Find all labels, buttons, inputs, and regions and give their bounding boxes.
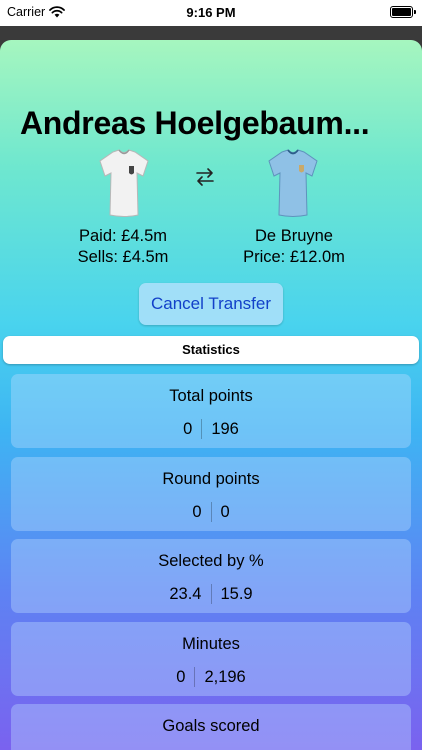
stat-value-in: 196 [211,419,239,438]
player-in-name: De Bruyne [255,227,333,245]
stat-value-in: 0 [220,502,230,521]
battery-icon [390,6,416,18]
transfer-sheet: Andreas Hoelgebaum... Paid: £4.5m Sells:… [0,40,422,750]
stat-value-in: 2,196 [204,667,246,686]
stat-value-out: 0 [192,502,202,521]
player-in-price: Price: £12.0m [243,248,345,266]
stat-value-out: 23.4 [169,584,202,603]
arrow-swap-icon [196,168,214,186]
stat-card-round-points: Round points 0 0 [11,457,411,531]
player-in-info: De Bruyne Price: £12.0m [219,226,369,268]
stat-values: 0 196 [11,419,411,439]
stat-title: Goals scored [162,717,260,735]
status-bar: Carrier 9:16 PM [0,0,422,26]
segment-statistics[interactable]: Statistics [3,336,419,364]
player-out-name: Andreas Hoelgebaum... [20,105,370,141]
stat-title: Total points [169,387,253,405]
cancel-transfer-button[interactable]: Cancel Transfer [139,283,283,325]
stat-value-in: 15.9 [220,584,253,603]
stat-values: 0 0 [11,502,411,522]
stat-card-minutes: Minutes 0 2,196 [11,622,411,696]
stat-title: Minutes [182,635,240,653]
player-out-shirt-icon [99,149,149,217]
stat-card-selected-by: Selected by % 23.4 15.9 [11,539,411,613]
stat-values: 23.4 15.9 [11,584,411,604]
status-time: 9:16 PM [186,5,236,20]
player-in-shirt-icon [268,149,318,217]
player-out-paid: Paid: £4.5m [78,227,168,245]
stat-card-total-points: Total points 0 196 [11,374,411,448]
player-out-info: Paid: £4.5m Sells: £4.5m [48,226,198,268]
player-out-sells: Sells: £4.5m [77,248,169,266]
stat-value-out: 0 [176,667,186,686]
stat-title: Selected by % [158,552,264,570]
stat-title: Round points [162,470,260,488]
stat-values: 0 2,196 [11,667,411,687]
status-right [390,6,416,18]
stat-card-goals-scored: Goals scored [11,704,411,750]
stat-value-out: 0 [183,419,193,438]
